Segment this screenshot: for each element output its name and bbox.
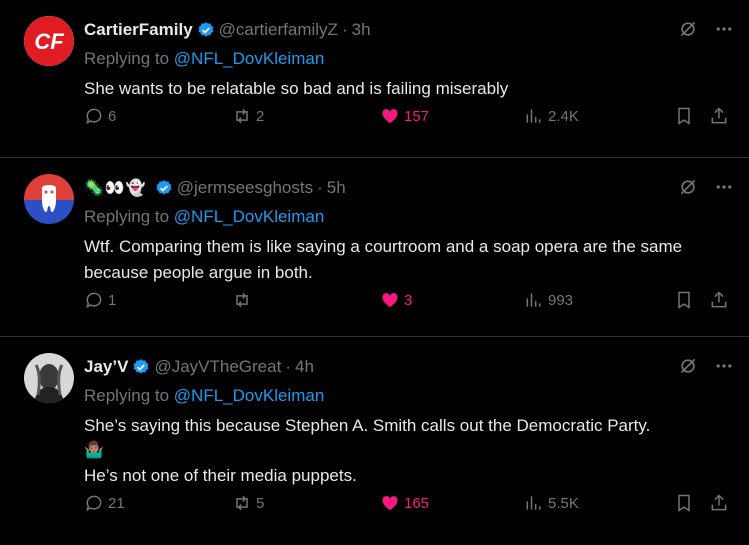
bookmark-button[interactable] [674,290,694,310]
tweet[interactable]: CF CartierFamily @cartierfamilyZ · 3h Re… [0,0,749,158]
verified-badge-icon [197,21,215,39]
repost-icon [236,495,248,511]
handle[interactable]: @jermseesghosts [177,178,313,198]
heart-icon [382,293,398,308]
views-button[interactable]: 5.5K [524,493,579,513]
view-count: 5.5K [548,494,579,512]
heart-icon [382,496,398,511]
avatar[interactable]: CF [24,16,74,66]
verified-badge-icon [132,358,150,376]
share-icon [711,291,727,308]
like-count: 157 [404,107,430,125]
display-name[interactable]: CartierFamily [84,20,193,40]
mention-link[interactable]: @NFL_DovKleiman [174,49,324,68]
separator-dot: · [341,20,348,39]
display-name-emojis[interactable]: 🦠👀👻 [84,178,147,198]
mention-link[interactable]: @NFL_DovKleiman [174,207,324,226]
separator-dot: · [285,357,291,376]
bookmark-icon [678,494,690,512]
reply-icon [86,495,102,512]
more-icon[interactable] [713,176,735,198]
share-icon [711,107,727,124]
separator-dot: · [317,178,323,197]
tweet-text-line: He’s not one of their media puppets. [84,466,357,485]
share-icon [711,494,727,511]
bookmark-button[interactable] [674,106,694,126]
replying-to: Replying to @NFL_DovKleiman [84,386,325,405]
like-count: 3 [404,291,413,309]
tweet-text: She’s saying this because Stephen A. Smi… [84,413,735,489]
reply-count: 6 [108,107,117,125]
avatar[interactable] [24,174,74,224]
repost-count: 2 [256,107,265,125]
reply-button[interactable]: 21 [84,493,125,513]
views-icon [526,293,541,307]
avatar[interactable] [24,353,74,403]
views-icon [526,496,541,510]
bookmark-icon [678,291,690,309]
repost-icon [236,108,248,124]
grok-icon[interactable] [677,355,699,377]
like-count: 165 [404,494,430,512]
replying-to: Replying to @NFL_DovKleiman [84,49,325,68]
like-button[interactable]: 3 [380,290,412,310]
share-button[interactable] [709,493,729,513]
heart-icon [382,109,398,124]
tweet[interactable]: Jay’V @JayVTheGreat · 4h Replying to @NF… [0,337,749,545]
like-button[interactable]: 157 [380,106,429,126]
replying-to: Replying to @NFL_DovKleiman [84,207,325,226]
repost-icon [236,292,248,308]
tweet-text: She wants to be relatable so bad and is … [84,79,509,98]
repost-count: 5 [256,494,265,512]
shrug-emoji: 🤷🏽‍♂️ [84,442,104,459]
display-name[interactable]: Jay’V [84,357,128,377]
share-button[interactable] [709,106,729,126]
grok-icon[interactable] [677,176,699,198]
like-button[interactable]: 165 [380,493,429,513]
bookmark-button[interactable] [674,493,694,513]
grok-icon[interactable] [677,18,699,40]
timestamp[interactable]: 5h [327,178,346,198]
view-count: 2.4K [548,107,579,125]
svg-text:CF: CF [34,29,64,54]
repost-button[interactable]: 2 [232,106,264,126]
views-button[interactable]: 993 [524,290,573,310]
reply-button[interactable]: 1 [84,290,116,310]
timestamp[interactable]: 3h [352,20,371,40]
reply-icon [86,292,102,309]
views-button[interactable]: 2.4K [524,106,579,126]
verified-badge-icon [155,179,173,197]
handle[interactable]: @JayVTheGreat [154,357,281,377]
reply-button[interactable]: 6 [84,106,116,126]
views-icon [526,109,541,123]
more-icon[interactable] [713,355,735,377]
handle[interactable]: @cartierfamilyZ [219,20,338,40]
repost-button[interactable]: 5 [232,493,264,513]
timestamp[interactable]: 4h [295,357,314,377]
tweet-text-line: She’s saying this because Stephen A. Smi… [84,416,651,435]
mention-link[interactable]: @NFL_DovKleiman [174,386,324,405]
view-count: 993 [548,291,574,309]
reply-count: 1 [108,291,117,309]
reply-icon [86,108,102,125]
tweet-text: Wtf. Comparing them is like saying a cou… [84,237,683,282]
repost-button[interactable] [232,290,256,310]
bookmark-icon [678,107,690,125]
tweet[interactable]: 🦠👀👻 @jermseesghosts · 5h Replying to @NF… [0,158,749,337]
share-button[interactable] [709,290,729,310]
more-icon[interactable] [713,18,735,40]
reply-count: 21 [108,494,125,512]
